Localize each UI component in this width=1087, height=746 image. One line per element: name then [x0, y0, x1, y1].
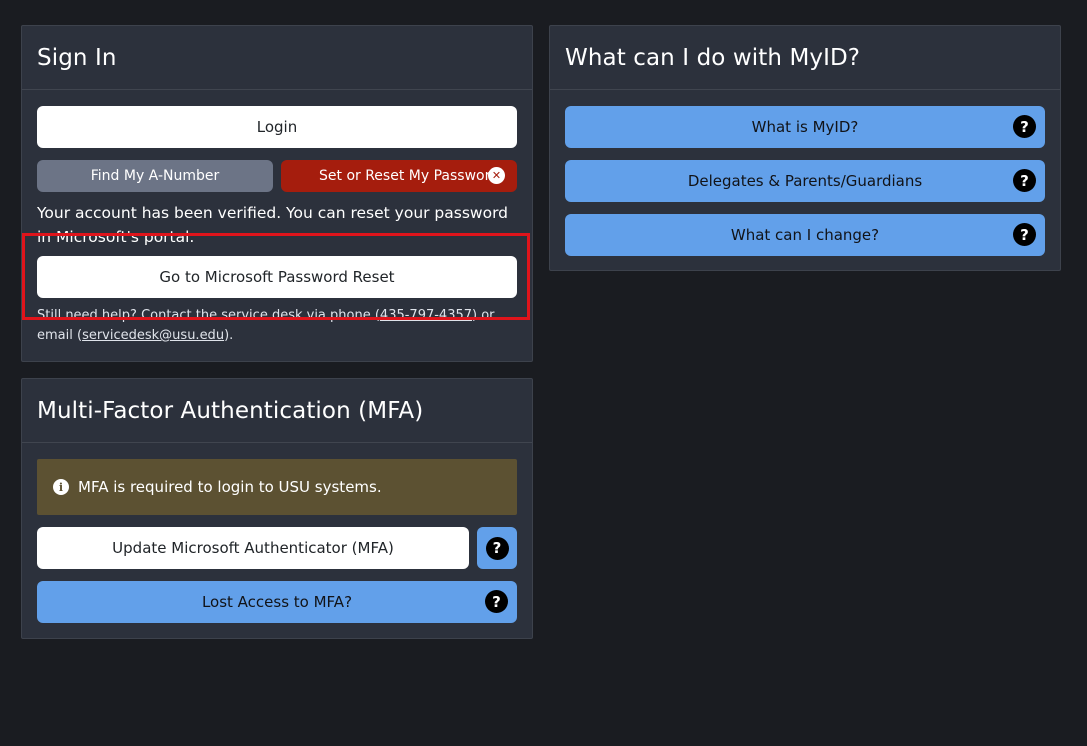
info-icon: i — [53, 479, 69, 495]
signin-title: Sign In — [22, 26, 532, 90]
what-can-i-change-button[interactable]: What can I change? ? — [565, 214, 1045, 256]
delegates-button[interactable]: Delegates & Parents/Guardians ? — [565, 160, 1045, 202]
mfa-alert: i MFA is required to login to USU system… — [37, 459, 517, 515]
help-prefix: Still need help? Contact the service des… — [37, 308, 380, 323]
microsoft-password-reset-button[interactable]: Go to Microsoft Password Reset — [37, 256, 517, 298]
update-authenticator-label: Update Microsoft Authenticator (MFA) — [112, 539, 394, 557]
reset-password-label: Set or Reset My Password — [319, 168, 499, 184]
help-icon: ? — [485, 536, 509, 560]
email-link[interactable]: servicedesk@usu.edu — [82, 328, 224, 343]
login-button-label: Login — [256, 118, 298, 136]
myid-item-label: What is MyID? — [751, 118, 859, 136]
help-icon: ? — [1013, 115, 1036, 138]
myid-item-label: Delegates & Parents/Guardians — [687, 172, 923, 190]
lost-mfa-label: Lost Access to MFA? — [201, 593, 353, 611]
help-suffix: ). — [224, 328, 234, 343]
help-icon: ? — [485, 590, 508, 613]
close-icon[interactable]: ✕ — [488, 167, 505, 184]
login-button[interactable]: Login — [37, 106, 517, 148]
phone-link[interactable]: 435-797-4357 — [380, 308, 472, 323]
lost-mfa-button[interactable]: Lost Access to MFA? ? — [37, 581, 517, 623]
mfa-alert-text: MFA is required to login to USU systems. — [78, 478, 382, 496]
what-is-myid-button[interactable]: What is MyID? ? — [565, 106, 1045, 148]
myid-title: What can I do with MyID? — [550, 26, 1060, 90]
myid-item-label: What can I change? — [730, 226, 880, 244]
help-icon: ? — [1013, 169, 1036, 192]
verified-message: Your account has been verified. You can … — [37, 204, 509, 246]
ms-reset-label: Go to Microsoft Password Reset — [159, 268, 395, 286]
help-icon: ? — [1013, 223, 1036, 246]
find-anumber-label: Find My A-Number — [90, 168, 220, 184]
update-authenticator-button[interactable]: Update Microsoft Authenticator (MFA) — [37, 527, 469, 569]
mfa-title: Multi-Factor Authentication (MFA) — [22, 379, 532, 443]
reset-password-button[interactable]: Set or Reset My Password — [281, 160, 517, 192]
update-authenticator-help-button[interactable]: ? — [477, 527, 517, 569]
help-text: Still need help? Contact the service des… — [37, 306, 517, 346]
find-anumber-button[interactable]: Find My A-Number — [37, 160, 273, 192]
